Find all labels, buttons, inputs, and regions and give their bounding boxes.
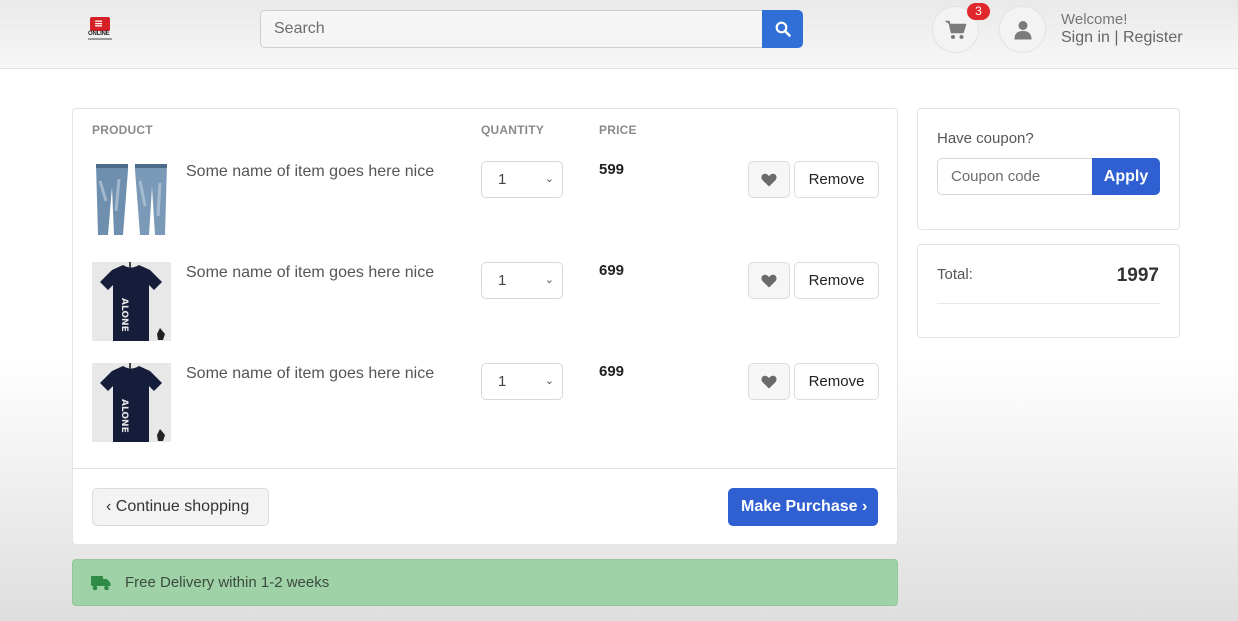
remove-button[interactable]: Remove (794, 262, 879, 299)
heart-icon (761, 375, 777, 388)
logo-underline (88, 38, 112, 40)
logo[interactable]: ≡ ONLINE (88, 17, 114, 43)
product-name[interactable]: Some name of item goes here nice (186, 264, 434, 282)
search-button[interactable] (762, 10, 803, 48)
sign-in-link[interactable]: Sign in (1061, 29, 1110, 46)
cart-footer: ‹ Continue shopping Make Purchase › (73, 468, 897, 544)
welcome-text: Welcome! (1061, 11, 1128, 28)
product-image-tshirt[interactable]: ALONE (92, 262, 171, 341)
chevron-down-icon: ⌄ (544, 274, 554, 286)
product-image-jeans[interactable] (92, 161, 171, 240)
coupon-card: Have coupon? Apply (917, 108, 1180, 230)
quantity-value: 1 (498, 272, 507, 289)
wishlist-button[interactable] (748, 262, 790, 299)
item-price: 699 (599, 262, 625, 279)
column-header-price: PRICE (599, 123, 637, 137)
truck-icon (91, 576, 111, 591)
user-icon (1014, 20, 1031, 39)
wishlist-button[interactable] (748, 363, 790, 400)
coupon-code-input[interactable] (937, 158, 1093, 195)
chevron-left-icon: ‹ (106, 498, 112, 515)
product-name[interactable]: Some name of item goes here nice (186, 365, 434, 383)
cart-icon (945, 20, 966, 39)
auth-links: Sign in | Register (1061, 29, 1183, 47)
quantity-select[interactable]: 1 ⌄ (481, 161, 563, 198)
column-header-quantity: QUANTITY (481, 123, 544, 137)
logo-text: ONLINE (88, 31, 110, 37)
delivery-message: Free Delivery within 1-2 weeks (125, 574, 330, 591)
remove-button[interactable]: Remove (794, 161, 879, 198)
svg-text:ALONE: ALONE (119, 298, 129, 332)
cart-row: ALONE Some name of item goes here nice 1… (73, 262, 897, 352)
column-header-product: PRODUCT (92, 123, 153, 137)
make-purchase-label: Make Purchase (741, 498, 858, 515)
svg-text:ALONE: ALONE (119, 399, 129, 433)
product-name[interactable]: Some name of item goes here nice (186, 163, 434, 181)
logo-mark: ≡ (90, 17, 110, 31)
cart-table: PRODUCT QUANTITY PRICE Some name of item… (72, 108, 898, 545)
wishlist-button[interactable] (748, 161, 790, 198)
cart-row: Some name of item goes here nice 1 ⌄ 599… (73, 161, 897, 251)
cart-count-badge: 3 (967, 3, 990, 20)
continue-shopping-label: Continue shopping (115, 498, 250, 515)
quantity-value: 1 (498, 171, 507, 188)
account-button[interactable] (999, 6, 1046, 53)
search-bar (260, 10, 803, 48)
total-label: Total: (937, 266, 973, 283)
header: ≡ ONLINE 3 Welcome! Sign in | Register (0, 0, 1238, 69)
quantity-select[interactable]: 1 ⌄ (481, 363, 563, 400)
item-price: 699 (599, 363, 625, 380)
coupon-label: Have coupon? (937, 130, 1034, 147)
delivery-banner: Free Delivery within 1-2 weeks (72, 559, 898, 606)
total-value: 1997 (1116, 265, 1159, 286)
chevron-right-icon: › (861, 498, 868, 515)
product-image-tshirt[interactable]: ALONE (92, 363, 171, 442)
heart-icon (761, 173, 777, 186)
auth-separator: | (1114, 29, 1119, 46)
heart-icon (761, 274, 777, 287)
order-summary: Total: 1997 (917, 244, 1180, 338)
cart-row: ALONE Some name of item goes here nice 1… (73, 363, 897, 453)
apply-coupon-button[interactable]: Apply (1092, 158, 1160, 195)
register-link[interactable]: Register (1123, 29, 1183, 46)
continue-shopping-button[interactable]: ‹ Continue shopping (92, 488, 269, 526)
search-icon (775, 21, 791, 37)
chevron-down-icon: ⌄ (544, 173, 554, 185)
remove-button[interactable]: Remove (794, 363, 879, 400)
quantity-value: 1 (498, 373, 507, 390)
divider (937, 303, 1160, 304)
make-purchase-button[interactable]: Make Purchase › (728, 488, 878, 526)
quantity-select[interactable]: 1 ⌄ (481, 262, 563, 299)
item-price: 599 (599, 161, 625, 178)
search-input[interactable] (260, 10, 763, 48)
chevron-down-icon: ⌄ (544, 375, 554, 387)
